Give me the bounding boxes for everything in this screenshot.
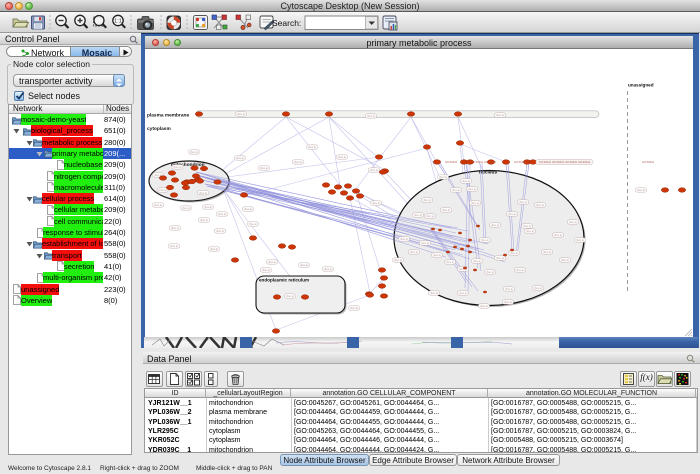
svg-text:(box a): (box a) xyxy=(159,188,167,192)
svg-text:(box a): (box a) xyxy=(468,187,476,191)
svg-text:(box a): (box a) xyxy=(394,258,402,262)
svg-text:(box a): (box a) xyxy=(446,260,454,264)
svg-text:(box a): (box a) xyxy=(200,218,208,222)
svg-text:(box a): (box a) xyxy=(496,113,504,117)
svg-text:(box a): (box a) xyxy=(421,241,429,245)
svg-text:(box a): (box a) xyxy=(426,214,434,218)
svg-text:(box a): (box a) xyxy=(510,251,518,255)
svg-text:(box a): (box a) xyxy=(505,287,513,291)
svg-text:1:1: 1:1 xyxy=(114,19,122,25)
svg-text:(box a): (box a) xyxy=(308,145,316,149)
svg-text:(box a): (box a) xyxy=(569,220,577,224)
svg-text:(box a): (box a) xyxy=(199,191,207,195)
svg-text:GO:00441: GO:00441 xyxy=(514,160,527,164)
svg-text:Search:: Search: xyxy=(272,18,301,28)
svg-text:nucleus: nucleus xyxy=(479,170,497,176)
svg-text:(box a): (box a) xyxy=(452,188,460,192)
svg-text:endoplasmic reticulum: endoplasmic reticulum xyxy=(259,278,309,283)
svg-text:(box a): (box a) xyxy=(442,208,450,212)
svg-text:(box a): (box a) xyxy=(637,188,645,192)
svg-text:(box a): (box a) xyxy=(367,114,375,118)
svg-text:(box a): (box a) xyxy=(439,175,447,179)
svg-text:(box a): (box a) xyxy=(400,237,408,241)
svg-text:(box a): (box a) xyxy=(372,201,380,205)
svg-text:(box a): (box a) xyxy=(370,168,378,172)
svg-text:(box a): (box a) xyxy=(236,156,244,160)
svg-text:(box a): (box a) xyxy=(504,300,512,304)
svg-text:(box a): (box a) xyxy=(430,291,438,295)
svg-text:(box a): (box a) xyxy=(190,150,198,154)
svg-text:GO:00441: GO:00441 xyxy=(552,160,565,164)
svg-text:GO:00441: GO:00441 xyxy=(565,160,578,164)
svg-text:(box a): (box a) xyxy=(473,259,481,263)
svg-text:(box a): (box a) xyxy=(237,112,245,116)
svg-text:GO:00441: GO:00441 xyxy=(578,160,591,164)
svg-text:(box a): (box a) xyxy=(204,205,212,209)
svg-text:GO:00441: GO:00441 xyxy=(642,160,655,164)
svg-text:(box a): (box a) xyxy=(262,268,270,272)
svg-text:(box a): (box a) xyxy=(480,304,488,308)
svg-text:(box a): (box a) xyxy=(260,166,268,170)
svg-text:(box a): (box a) xyxy=(249,222,257,226)
svg-text:unassigned: unassigned xyxy=(628,83,654,88)
svg-text:(box a): (box a) xyxy=(170,244,178,248)
svg-text:(box a): (box a) xyxy=(496,256,504,260)
svg-text:cytoplasm: cytoplasm xyxy=(147,126,171,132)
svg-text:(box a): (box a) xyxy=(171,226,179,230)
svg-text:(box a): (box a) xyxy=(554,233,562,237)
svg-text:(box a): (box a) xyxy=(486,270,494,274)
svg-text:GO:00441: GO:00441 xyxy=(539,160,552,164)
svg-text:(box a): (box a) xyxy=(534,286,542,290)
svg-text:plasma membrane: plasma membrane xyxy=(147,113,189,119)
svg-text:(box a): (box a) xyxy=(350,306,358,310)
svg-text:(box a): (box a) xyxy=(300,263,308,267)
svg-text:(box a): (box a) xyxy=(414,213,422,217)
svg-text:(box a): (box a) xyxy=(324,267,332,271)
svg-text:(box a): (box a) xyxy=(286,294,294,298)
svg-text:(box a): (box a) xyxy=(338,155,346,159)
svg-text:(box a): (box a) xyxy=(576,238,584,242)
svg-text:(box a): (box a) xyxy=(481,238,489,242)
svg-text:(box a): (box a) xyxy=(516,268,524,272)
svg-text:(box a): (box a) xyxy=(268,260,276,264)
svg-text:(box a): (box a) xyxy=(543,250,551,254)
svg-text:(box a): (box a) xyxy=(462,179,470,183)
svg-text:(box a): (box a) xyxy=(218,212,226,216)
svg-text:(box a): (box a) xyxy=(433,253,441,257)
svg-text:(box a): (box a) xyxy=(294,160,302,164)
svg-text:(box a): (box a) xyxy=(210,247,218,251)
svg-text:(box a): (box a) xyxy=(519,200,527,204)
svg-text:(box a): (box a) xyxy=(459,291,467,295)
svg-text:(box a): (box a) xyxy=(491,223,499,227)
svg-text:(box a): (box a) xyxy=(536,203,544,207)
svg-text:GO:00441: GO:00441 xyxy=(471,160,484,164)
svg-text:(box a): (box a) xyxy=(244,207,252,211)
svg-text:(box a): (box a) xyxy=(471,201,479,205)
svg-text:GO:00441: GO:00441 xyxy=(484,160,497,164)
svg-text:(box a): (box a) xyxy=(154,203,162,207)
svg-text:(box a): (box a) xyxy=(182,206,190,210)
svg-text:(box a): (box a) xyxy=(410,250,418,254)
svg-text:(box a): (box a) xyxy=(561,258,569,262)
svg-text:(box a): (box a) xyxy=(526,229,534,233)
svg-text:(box a): (box a) xyxy=(508,212,516,216)
svg-text:(box a): (box a) xyxy=(523,224,531,228)
svg-text:(box a): (box a) xyxy=(216,229,224,233)
svg-text:GO:00441: GO:00441 xyxy=(445,160,458,164)
svg-text:(box a): (box a) xyxy=(173,165,181,169)
svg-text:(box a): (box a) xyxy=(423,198,431,202)
